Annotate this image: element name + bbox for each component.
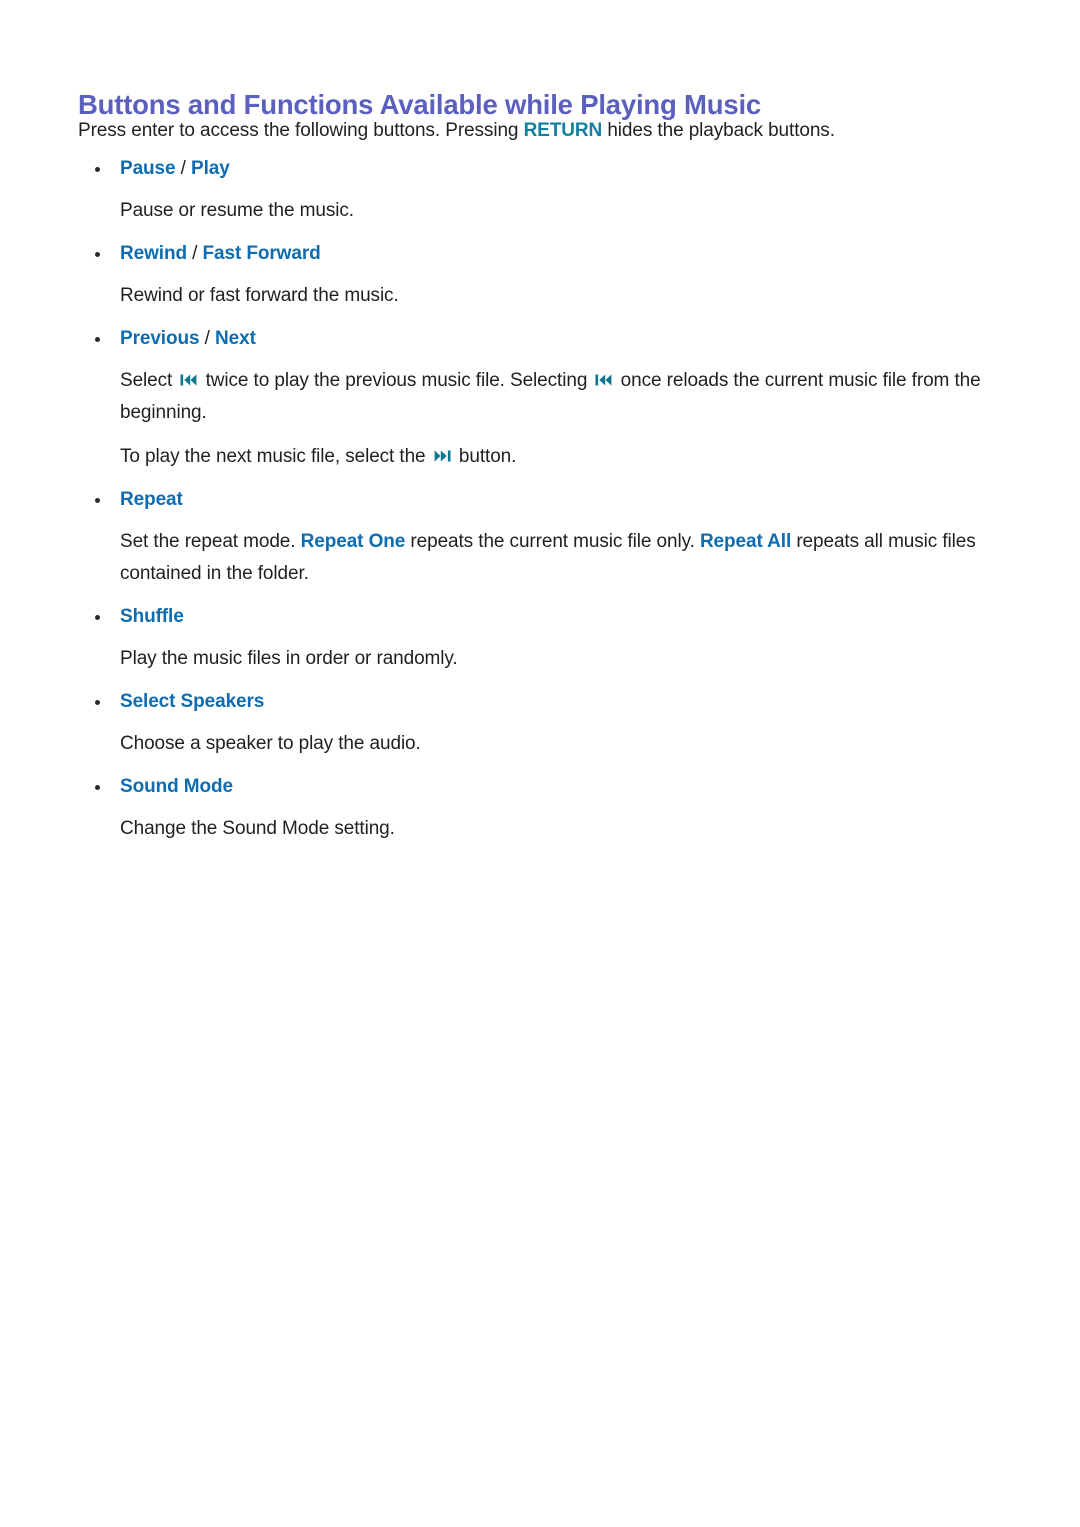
list-item-pause-play: Pause / Play Pause or resume the music. <box>78 156 1008 227</box>
bullet-dot-icon <box>95 785 100 790</box>
heading-rewind-fast-forward: Rewind / Fast Forward <box>78 241 1008 267</box>
term-repeat-all: Repeat All <box>699 531 792 552</box>
heading-primary-rewind: Rewind <box>120 243 187 264</box>
heading-separator: / <box>175 158 192 179</box>
intro-text-before: Press enter to access the following butt… <box>78 120 524 141</box>
bullet-dot-icon <box>95 337 100 342</box>
heading-select-speakers: Select Speakers <box>78 689 1008 715</box>
description-repeat: Set the repeat mode. Repeat One repeats … <box>78 526 1008 590</box>
heading-primary-previous: Previous <box>120 328 200 349</box>
list-item-rewind-fast-forward: Rewind / Fast Forward Rewind or fast for… <box>78 241 1008 312</box>
list-item-previous-next: Previous / Next Select twice to play the… <box>78 326 1008 473</box>
heading-primary-repeat: Repeat <box>120 489 183 510</box>
heading-primary-sound-mode: Sound Mode <box>120 776 233 797</box>
description-select-speakers: Choose a speaker to play the audio. <box>120 733 421 754</box>
heading-previous-next: Previous / Next <box>78 326 1008 352</box>
list-item-shuffle: Shuffle Play the music files in order or… <box>78 604 1008 675</box>
description-sound-mode: Change the Sound Mode setting. <box>120 818 395 839</box>
description-next-part1: To play the next music file, select the <box>120 446 431 467</box>
description-repeat-part1: Set the repeat mode. <box>120 531 301 552</box>
heading-separator: / <box>186 243 203 264</box>
heading-secondary-next: Next <box>215 328 256 349</box>
description-next: To play the next music file, select the … <box>78 441 1008 473</box>
bullet-dot-icon <box>95 615 100 620</box>
bullet-dot-icon <box>95 498 100 503</box>
intro-text-after: hides the playback buttons. <box>602 120 835 141</box>
description-repeat-part2: repeats the current music file only. <box>405 531 700 552</box>
list-item-repeat: Repeat Set the repeat mode. Repeat One r… <box>78 487 1008 590</box>
bullet-dot-icon <box>95 167 100 172</box>
description-previous: Select twice to play the previous music … <box>78 365 1008 429</box>
heading-secondary-fast-forward: Fast Forward <box>202 243 321 264</box>
intro-paragraph: Press enter to access the following butt… <box>78 118 1008 144</box>
return-key-label: RETURN <box>523 120 603 141</box>
heading-pause-play: Pause / Play <box>78 156 1008 182</box>
bullet-dot-icon <box>95 252 100 257</box>
list-item-select-speakers: Select Speakers Choose a speaker to play… <box>78 689 1008 760</box>
description-next-part2: button. <box>453 446 517 467</box>
description-shuffle: Play the music files in order or randoml… <box>120 648 458 669</box>
page-content: Press enter to access the following butt… <box>78 118 1008 845</box>
description-previous-part1: Select <box>120 370 178 391</box>
function-list: Pause / Play Pause or resume the music. … <box>78 156 1008 845</box>
description-previous-part2: twice to play the previous music file. S… <box>200 370 593 391</box>
heading-sound-mode: Sound Mode <box>78 774 1008 800</box>
description-rewind-fast-forward: Rewind or fast forward the music. <box>120 285 399 306</box>
heading-primary-pause: Pause <box>120 158 176 179</box>
manual-page: Buttons and Functions Available while Pl… <box>0 0 1080 1527</box>
bullet-dot-icon <box>95 700 100 705</box>
heading-secondary-play: Play <box>191 158 230 179</box>
term-repeat-one: Repeat One <box>300 531 406 552</box>
heading-shuffle: Shuffle <box>78 604 1008 630</box>
heading-primary-shuffle: Shuffle <box>120 606 184 627</box>
heading-repeat: Repeat <box>78 487 1008 513</box>
previous-track-icon <box>180 373 197 387</box>
next-track-icon <box>434 449 451 463</box>
description-pause-play: Pause or resume the music. <box>120 200 354 221</box>
heading-separator: / <box>199 328 216 349</box>
heading-primary-select-speakers: Select Speakers <box>120 691 265 712</box>
previous-track-icon <box>595 373 612 387</box>
list-item-sound-mode: Sound Mode Change the Sound Mode setting… <box>78 774 1008 845</box>
